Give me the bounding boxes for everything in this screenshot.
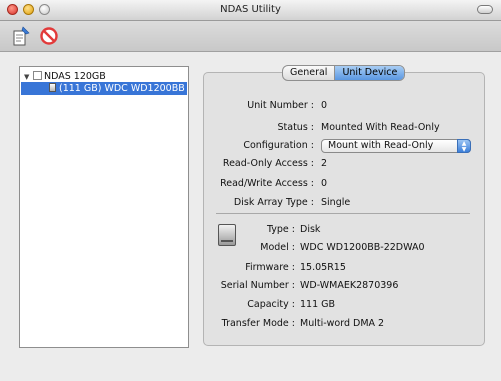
tab-bar: General Unit Device <box>282 65 406 81</box>
device-checkbox[interactable] <box>33 71 42 80</box>
ndas-utility-window: NDAS Utility ▼ NDAS 120GB (111 GB) WDC WD… <box>0 0 501 381</box>
serial-number-label: Serial Number : <box>220 280 295 291</box>
status-value: Mounted With Read-Only <box>321 122 440 133</box>
capacity-value: 111 GB <box>300 299 336 310</box>
toolbar-toggle-icon[interactable] <box>477 5 493 14</box>
status-label: Status : <box>277 122 315 133</box>
disk-unit-icon <box>49 83 56 92</box>
read-only-access-label: Read-Only Access : <box>222 158 314 169</box>
unit-number-row: Unit Number : 0 <box>220 99 460 113</box>
model-label: Model : <box>260 242 295 253</box>
transfer-mode-row: Transfer Mode : Multi-word DMA 2 <box>200 317 460 331</box>
configuration-select[interactable]: Mount with Read-Only ▲ ▼ <box>321 139 471 153</box>
model-row: Model : WDC WD1200BB-22DWA0 <box>200 241 460 255</box>
capacity-label: Capacity : <box>247 299 295 310</box>
disk-array-type-label: Disk Array Type : <box>233 197 314 208</box>
serial-number-value: WD-WMAEK2870396 <box>300 280 399 291</box>
tab-unit-device[interactable]: Unit Device <box>334 66 405 80</box>
transfer-mode-value: Multi-word DMA 2 <box>300 318 385 329</box>
status-row: Status : Mounted With Read-Only <box>220 121 460 135</box>
no-entry-icon[interactable] <box>38 25 60 47</box>
tree-item-label: NDAS 120GB <box>44 71 106 82</box>
title-bar[interactable]: NDAS Utility <box>0 0 501 21</box>
serial-number-row: Serial Number : WD-WMAEK2870396 <box>200 279 460 293</box>
read-write-access-value: 0 <box>321 178 328 189</box>
tab-general[interactable]: General <box>283 66 334 80</box>
type-label: Type : <box>266 224 295 235</box>
properties-icon[interactable] <box>10 25 32 47</box>
transfer-mode-label: Transfer Mode : <box>221 318 295 329</box>
configuration-label: Configuration : <box>243 140 314 151</box>
capacity-row: Capacity : 111 GB <box>200 298 460 312</box>
type-value: Disk <box>300 224 321 235</box>
disk-array-type-value: Single <box>321 197 351 208</box>
unit-number-value: 0 <box>321 100 328 111</box>
select-arrows-icon[interactable]: ▲ ▼ <box>457 139 471 153</box>
ndas-device-tree[interactable]: ▼ NDAS 120GB (111 GB) WDC WD1200BB <box>19 66 189 348</box>
tree-item-unit-device[interactable]: (111 GB) WDC WD1200BB <box>21 82 187 95</box>
section-divider <box>216 213 470 214</box>
type-row: Type : Disk <box>200 223 460 237</box>
firmware-row: Firmware : 15.05R15 <box>200 261 460 275</box>
configuration-row: Configuration : <box>220 139 320 153</box>
firmware-label: Firmware : <box>245 262 295 273</box>
tree-item-label: (111 GB) WDC WD1200BB <box>59 83 185 94</box>
read-write-access-row: Read/Write Access : 0 <box>220 177 460 191</box>
model-value: WDC WD1200BB-22DWA0 <box>300 242 425 253</box>
read-write-access-label: Read/Write Access : <box>220 178 314 189</box>
firmware-value: 15.05R15 <box>300 262 346 273</box>
disk-array-type-row: Disk Array Type : Single <box>220 196 460 210</box>
toolbar <box>0 21 501 52</box>
unit-number-label: Unit Number : <box>247 100 314 111</box>
configuration-selected-value: Mount with Read-Only <box>328 140 434 151</box>
window-title: NDAS Utility <box>220 4 281 15</box>
read-only-access-value: 2 <box>321 158 328 169</box>
read-only-access-row: Read-Only Access : 2 <box>220 157 460 171</box>
